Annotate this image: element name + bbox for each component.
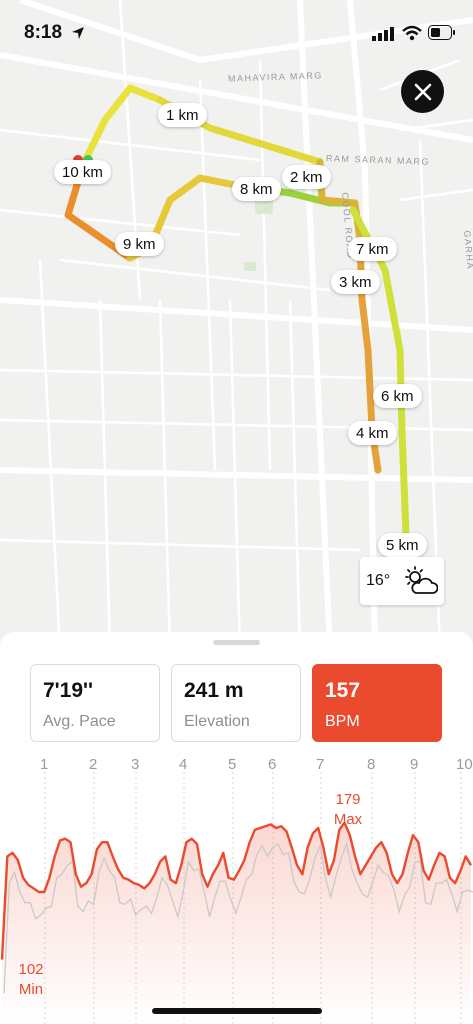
close-icon [414,83,431,100]
min-text-label: Min [19,981,43,998]
km-marker: 10 km [54,160,111,184]
bpm-label: BPM [325,713,360,730]
elevation-card[interactable]: 241 m Elevation [171,664,301,742]
heart-rate-chart[interactable]: 179 Max 102 Min [0,772,473,1024]
sheet-grabber[interactable] [213,640,260,645]
km-marker: 5 km [378,533,427,557]
km-marker: 6 km [373,384,422,408]
km-marker: 2 km [282,165,331,189]
max-text-label: Max [334,811,363,828]
km-marker: 9 km [115,232,164,256]
x-tick-label: 5 [228,756,237,773]
cellular-signal-icon [372,27,394,41]
elevation-value: 241 m [184,679,244,702]
km-marker: 4 km [348,421,397,445]
x-tick-label: 9 [410,756,419,773]
x-tick-label: 8 [367,756,376,773]
x-tick-label: 3 [131,756,140,773]
x-tick-label: 6 [268,756,277,773]
max-value-label: 179 [335,791,360,808]
wifi-icon [402,25,422,41]
bpm-card[interactable]: 157 BPM [312,664,442,742]
x-tick-label: 2 [89,756,98,773]
x-tick-label: 10 [456,756,473,773]
avg-pace-label: Avg. Pace [43,713,116,730]
km-marker: 7 km [348,237,397,261]
avg-pace-card[interactable]: 7'19'' Avg. Pace [30,664,160,742]
min-value-label: 102 [18,961,43,978]
km-marker: 8 km [232,177,281,201]
weather-temperature: 16° [366,572,391,589]
bpm-value: 157 [325,679,361,702]
x-tick-label: 4 [179,756,188,773]
x-tick-label: 1 [40,756,49,773]
status-time: 8:18 [24,22,63,43]
status-bar: 8:18 [0,0,473,60]
km-marker: 1 km [158,103,207,127]
weather-badge: 16° [360,557,444,605]
location-arrow-icon [72,27,84,39]
elevation-label: Elevation [184,713,250,730]
workout-detail-screen: 8:18 MAHAVIRA MARG RAM SARAN MARG COOL R… [0,0,473,1024]
avg-pace-value: 7'19'' [43,679,94,702]
home-indicator[interactable] [152,1008,322,1014]
partly-cloudy-icon [405,566,439,594]
battery-icon [428,25,455,40]
km-marker: 3 km [331,270,380,294]
stats-sheet: 7'19'' Avg. Pace 241 m Elevation 157 BPM… [0,632,473,1024]
x-tick-label: 7 [316,756,325,773]
close-button[interactable] [401,70,444,113]
